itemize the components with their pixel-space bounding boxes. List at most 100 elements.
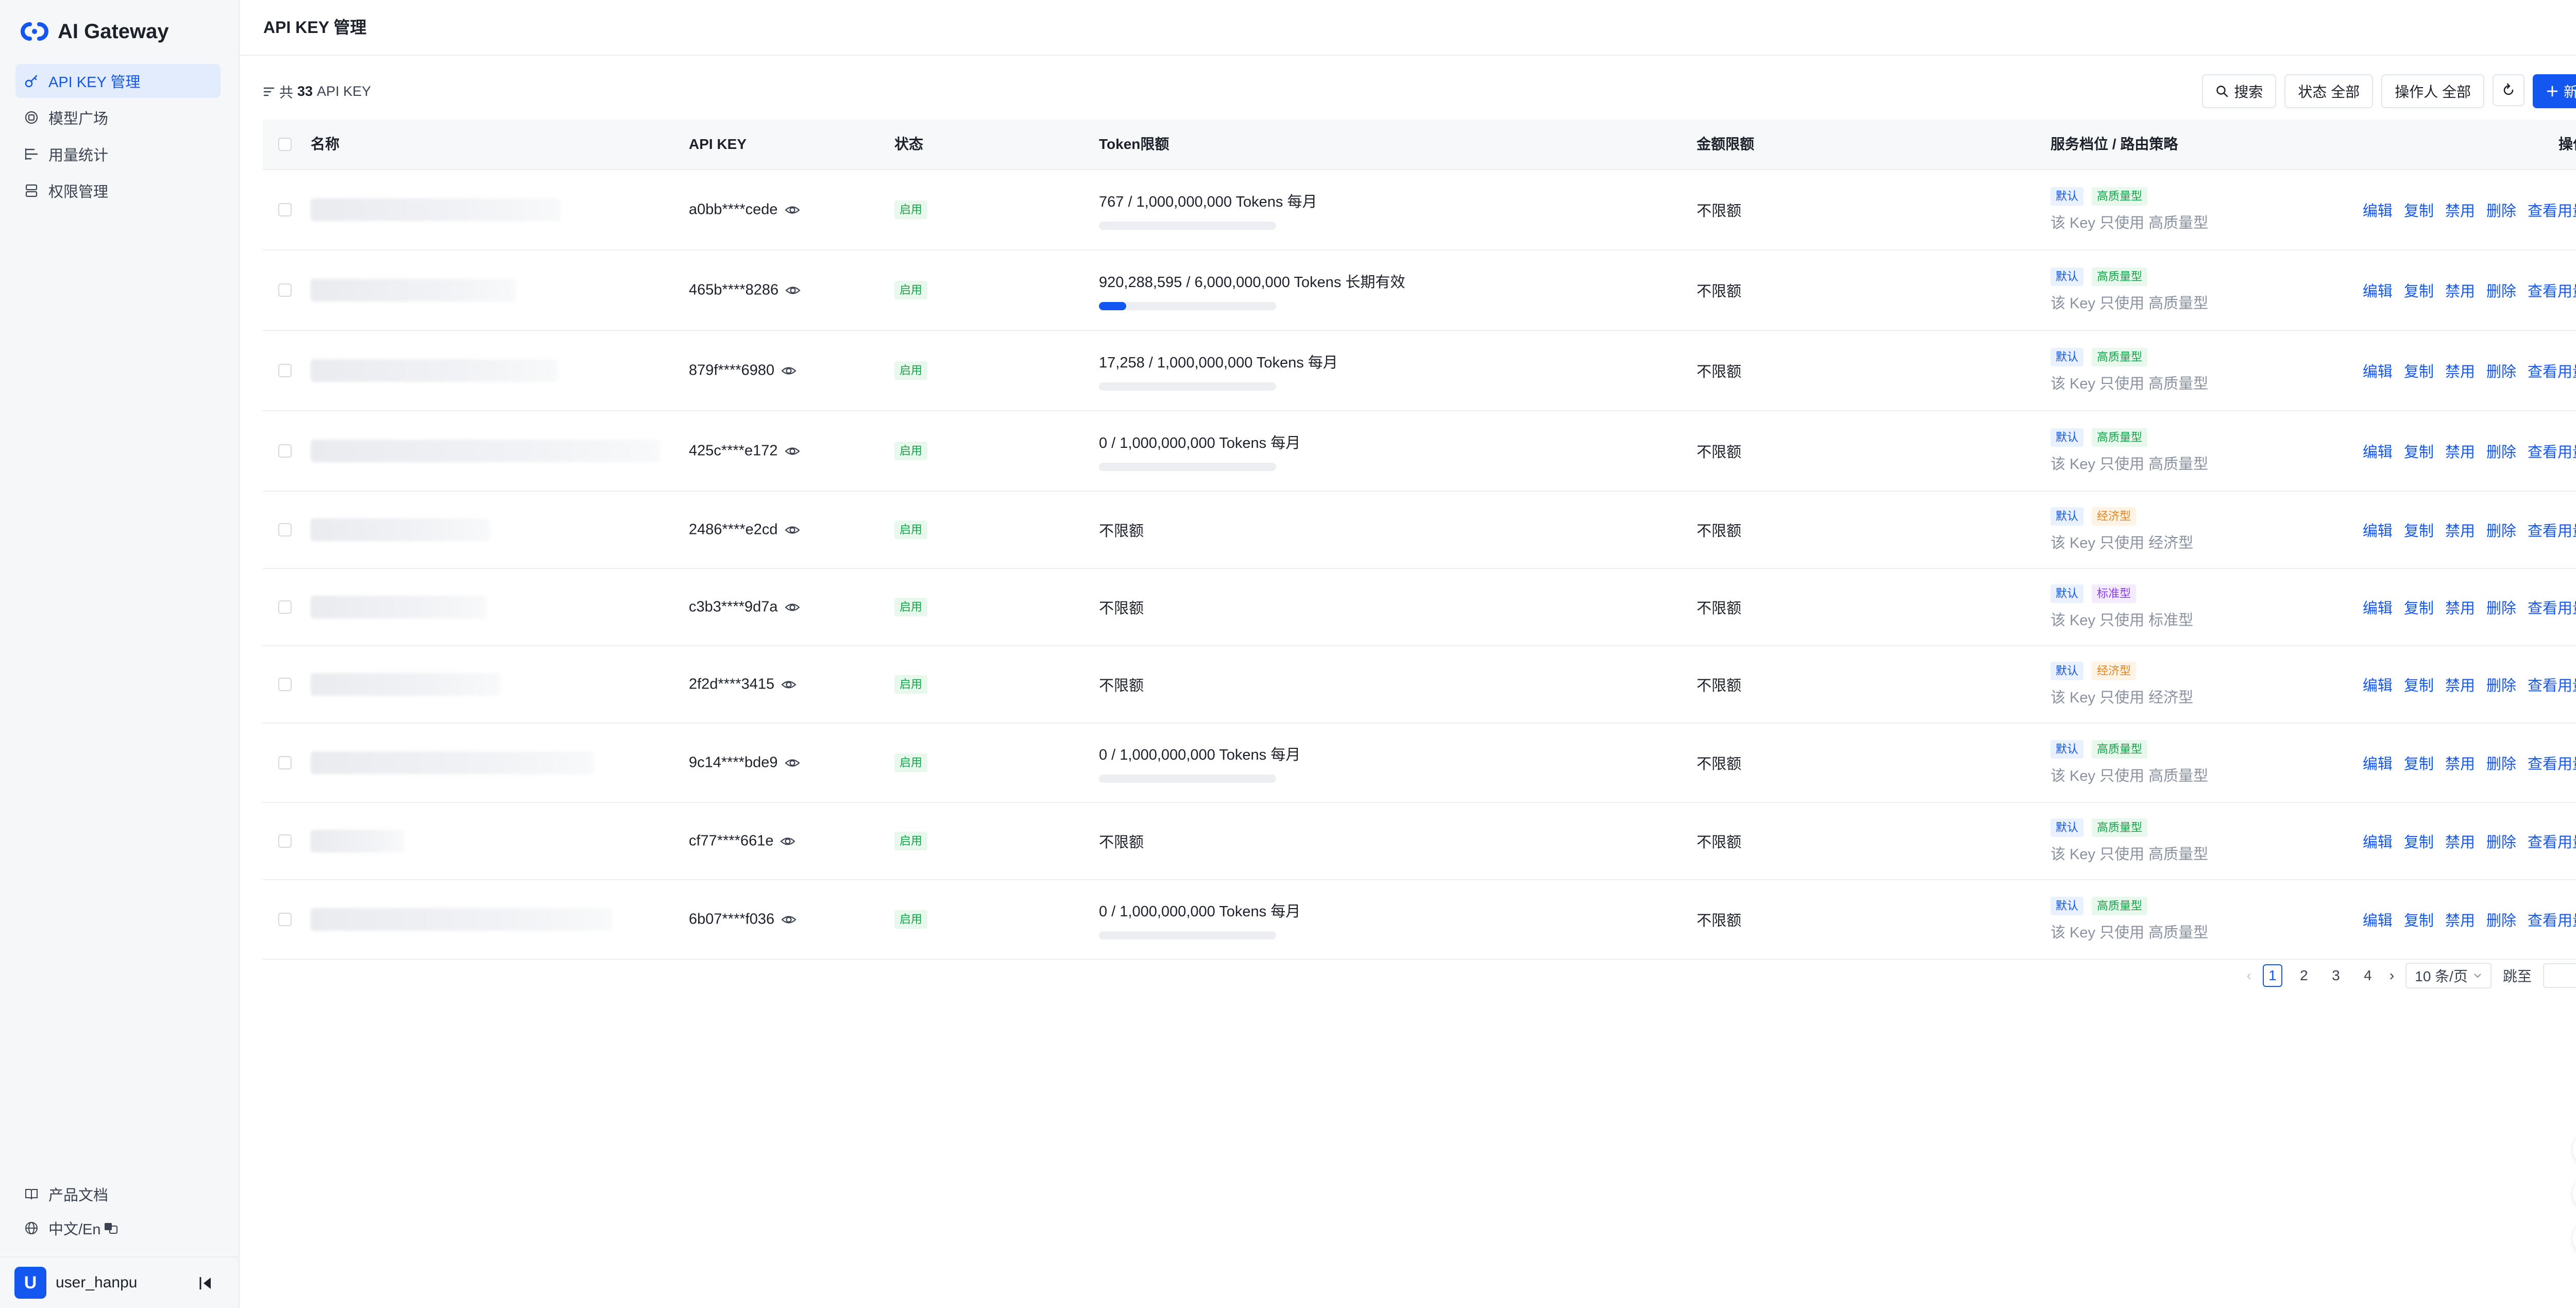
action-edit[interactable]: 编辑 [2363,674,2393,695]
amount-limit: 不限额 [1697,283,1742,300]
new-api-key-button[interactable]: 新建 [2532,74,2576,108]
action-delete[interactable]: 删除 [2486,199,2516,221]
action-delete[interactable]: 删除 [2486,596,2516,618]
page-2[interactable]: 2 [2294,964,2314,987]
eye-icon[interactable] [784,754,801,771]
action-view-usage[interactable]: 查看用量 [2528,596,2576,618]
page-1[interactable]: 1 [2262,964,2282,987]
action-copy[interactable]: 复制 [2404,440,2434,462]
action-disable[interactable]: 禁用 [2445,752,2475,774]
action-view-usage[interactable]: 查看用量 [2528,360,2576,381]
action-disable[interactable]: 禁用 [2445,519,2475,541]
action-edit[interactable]: 编辑 [2363,909,2393,930]
row-checkbox[interactable] [278,756,292,769]
action-copy[interactable]: 复制 [2404,909,2434,930]
row-checkbox[interactable] [278,834,292,848]
jump-page-input[interactable] [2543,963,2576,988]
action-copy[interactable]: 复制 [2404,519,2434,541]
action-copy[interactable]: 复制 [2404,199,2434,221]
action-copy[interactable]: 复制 [2404,752,2434,774]
eye-icon[interactable] [781,911,797,928]
plus-icon [2547,86,2558,97]
row-checkbox[interactable] [278,364,292,377]
action-delete[interactable]: 删除 [2486,519,2516,541]
action-edit[interactable]: 编辑 [2363,360,2393,381]
page-3[interactable]: 3 [2326,964,2346,987]
action-copy[interactable]: 复制 [2404,830,2434,852]
language-switch[interactable]: 中文/En [15,1211,221,1245]
search-button[interactable]: 搜索 [2202,74,2277,108]
sidebar-item-usage[interactable]: 用量统计 [15,137,221,171]
action-disable[interactable]: 禁用 [2445,279,2475,301]
action-view-usage[interactable]: 查看用量 [2528,830,2576,852]
eye-icon[interactable] [779,833,796,849]
eye-icon[interactable] [781,676,797,693]
brand[interactable]: AI Gateway [21,18,169,45]
select-all-checkbox[interactable] [278,138,292,151]
action-view-usage[interactable]: 查看用量 [2528,519,2576,541]
action-delete[interactable]: 删除 [2486,830,2516,852]
docs-float-button[interactable] [2573,1132,2576,1166]
action-delete[interactable]: 删除 [2486,909,2516,930]
action-edit[interactable]: 编辑 [2363,279,2393,301]
action-disable[interactable]: 禁用 [2445,674,2475,695]
eye-icon[interactable] [784,599,801,615]
action-delete[interactable]: 删除 [2486,440,2516,462]
action-delete[interactable]: 删除 [2486,674,2516,695]
sidebar-item-models[interactable]: 模型广场 [15,100,221,135]
action-edit[interactable]: 编辑 [2363,596,2393,618]
action-edit[interactable]: 编辑 [2363,830,2393,852]
page-size-select[interactable]: 10 条/页 [2405,963,2492,988]
expand-float-button[interactable] [2573,1221,2576,1255]
action-copy[interactable]: 复制 [2404,674,2434,695]
action-disable[interactable]: 禁用 [2445,199,2475,221]
action-edit[interactable]: 编辑 [2363,519,2393,541]
eye-icon[interactable] [784,522,801,538]
action-view-usage[interactable]: 查看用量 [2528,199,2576,221]
status-filter[interactable]: 状态 全部 [2284,74,2374,108]
action-edit[interactable]: 编辑 [2363,199,2393,221]
action-view-usage[interactable]: 查看用量 [2528,440,2576,462]
refresh-button[interactable] [2492,74,2524,106]
action-copy[interactable]: 复制 [2404,360,2434,381]
action-delete[interactable]: 删除 [2486,279,2516,301]
action-disable[interactable]: 禁用 [2445,360,2475,381]
action-view-usage[interactable]: 查看用量 [2528,752,2576,774]
support-float-button[interactable] [2573,1177,2576,1211]
prev-page-icon[interactable]: ‹ [2247,967,2251,984]
row-checkbox[interactable] [278,600,292,614]
action-delete[interactable]: 删除 [2486,360,2516,381]
action-delete[interactable]: 删除 [2486,752,2516,774]
sidebar-item-api-key[interactable]: API KEY 管理 [15,64,221,98]
operator-filter[interactable]: 操作人 全部 [2381,74,2484,108]
docs-link[interactable]: 产品文档 [15,1177,221,1211]
action-view-usage[interactable]: 查看用量 [2528,279,2576,301]
col-status: 状态 [894,136,924,152]
action-copy[interactable]: 复制 [2404,596,2434,618]
collapse-sidebar-icon[interactable] [197,1275,214,1292]
page-4[interactable]: 4 [2358,964,2378,987]
eye-icon[interactable] [785,282,801,298]
action-disable[interactable]: 禁用 [2445,596,2475,618]
action-disable[interactable]: 禁用 [2445,440,2475,462]
row-checkbox[interactable] [278,523,292,536]
row-checkbox[interactable] [278,678,292,691]
row-checkbox[interactable] [278,203,292,216]
action-disable[interactable]: 禁用 [2445,909,2475,930]
action-edit[interactable]: 编辑 [2363,752,2393,774]
eye-icon[interactable] [784,202,801,218]
next-page-icon[interactable]: › [2389,967,2394,984]
user-profile[interactable]: U user_hanpu [0,1256,239,1308]
action-view-usage[interactable]: 查看用量 [2528,909,2576,930]
sidebar-item-permissions[interactable]: 权限管理 [15,174,221,208]
eye-icon[interactable] [781,362,797,379]
action-edit[interactable]: 编辑 [2363,440,2393,462]
row-checkbox[interactable] [278,913,292,926]
col-actions: 操作 [2558,136,2576,152]
row-checkbox[interactable] [278,283,292,297]
row-checkbox[interactable] [278,444,292,458]
action-copy[interactable]: 复制 [2404,279,2434,301]
action-disable[interactable]: 禁用 [2445,830,2475,852]
action-view-usage[interactable]: 查看用量 [2528,674,2576,695]
eye-icon[interactable] [784,443,801,459]
